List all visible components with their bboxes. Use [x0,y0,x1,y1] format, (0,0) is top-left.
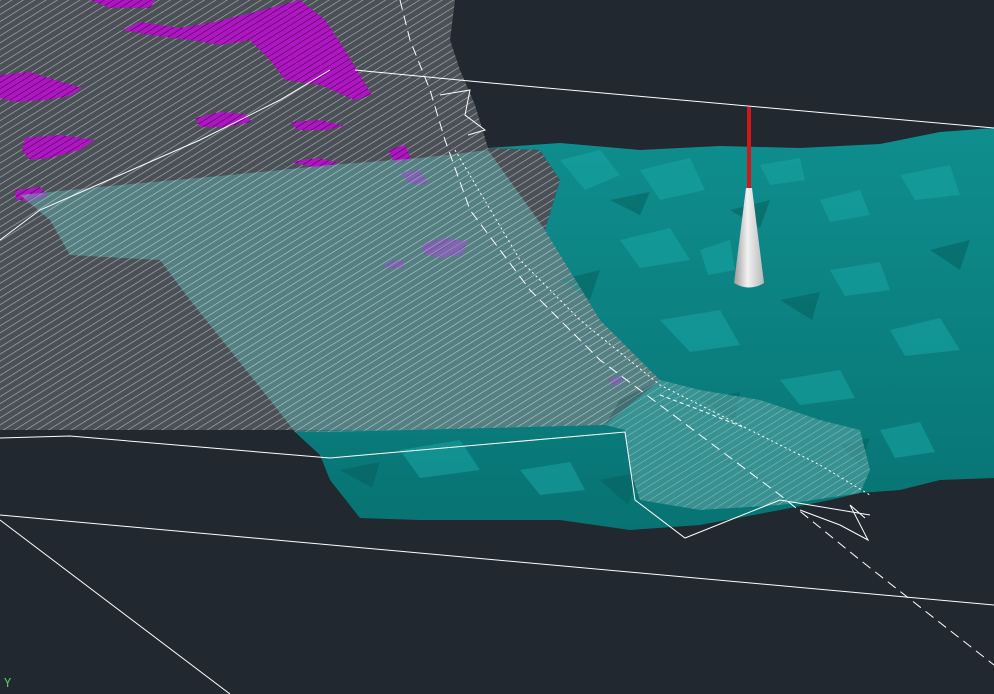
model-viewport[interactable] [0,0,994,694]
ucs-axis-icon: Y [4,676,12,690]
red-marker [747,107,751,189]
